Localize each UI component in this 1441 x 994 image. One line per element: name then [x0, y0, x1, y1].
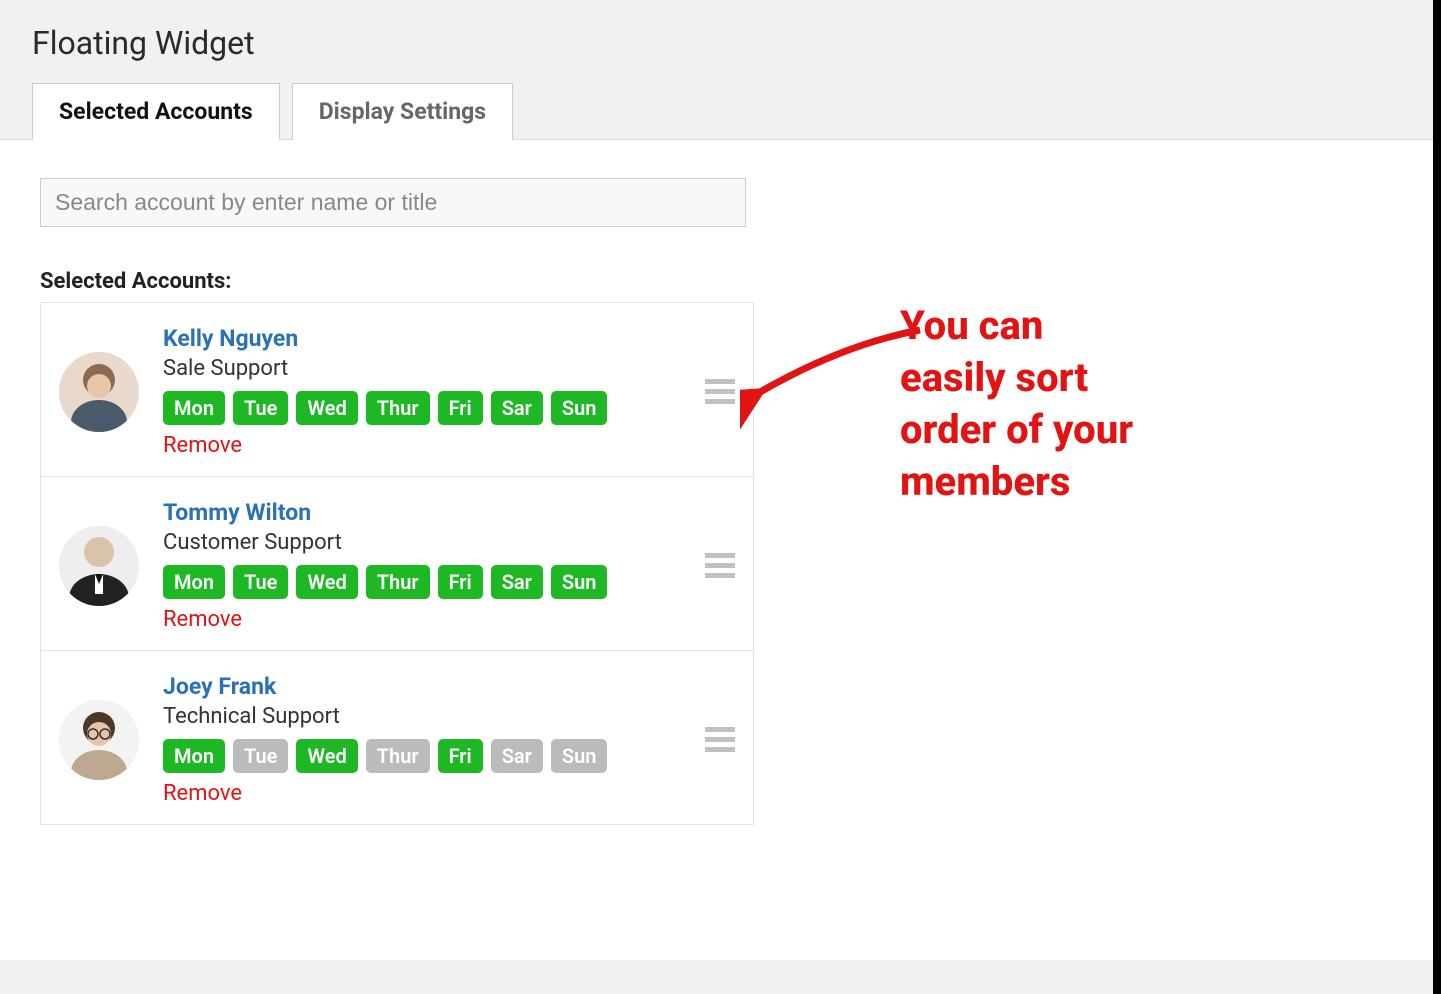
day-pills: Mon Tue Wed Thur Fri Sar Sun [163, 739, 697, 773]
annotation-callout: You can easily sort order of your member… [900, 300, 1133, 508]
avatar [59, 352, 139, 432]
account-row: Kelly Nguyen Sale Support Mon Tue Wed Th… [41, 303, 753, 477]
callout-line: easily sort [900, 352, 1133, 404]
remove-link[interactable]: Remove [163, 433, 697, 458]
day-pill-tue[interactable]: Tue [233, 739, 288, 773]
tab-display-settings[interactable]: Display Settings [292, 83, 513, 140]
account-name-link[interactable]: Joey Frank [163, 673, 697, 700]
account-role: Technical Support [163, 704, 697, 729]
day-pill-mon[interactable]: Mon [163, 565, 225, 599]
day-pill-sun[interactable]: Sun [551, 391, 608, 425]
day-pill-sun[interactable]: Sun [551, 739, 608, 773]
search-input[interactable] [40, 178, 746, 227]
drag-handle-icon[interactable] [705, 379, 735, 404]
day-pill-fri[interactable]: Fri [438, 565, 483, 599]
panel-selected-accounts: Selected Accounts: Kelly Nguyen Sale Sup… [0, 140, 1441, 960]
selected-accounts-label: Selected Accounts: [40, 269, 1401, 294]
tab-selected-accounts[interactable]: Selected Accounts [32, 83, 280, 140]
day-pill-sun[interactable]: Sun [551, 565, 608, 599]
account-row: Joey Frank Technical Support Mon Tue Wed… [41, 651, 753, 824]
day-pill-sar[interactable]: Sar [491, 739, 543, 773]
avatar [59, 700, 139, 780]
account-info: Joey Frank Technical Support Mon Tue Wed… [163, 673, 697, 806]
account-name-link[interactable]: Kelly Nguyen [163, 325, 697, 352]
remove-link[interactable]: Remove [163, 607, 697, 632]
day-pill-mon[interactable]: Mon [163, 739, 225, 773]
account-role: Customer Support [163, 530, 697, 555]
drag-handle-icon[interactable] [705, 727, 735, 752]
day-pill-thur[interactable]: Thur [366, 565, 430, 599]
day-pill-wed[interactable]: Wed [296, 565, 357, 599]
day-pill-thur[interactable]: Thur [366, 739, 430, 773]
day-pill-tue[interactable]: Tue [233, 565, 288, 599]
remove-link[interactable]: Remove [163, 781, 697, 806]
account-row: Tommy Wilton Customer Support Mon Tue We… [41, 477, 753, 651]
page-title: Floating Widget [0, 0, 1441, 82]
day-pill-wed[interactable]: Wed [296, 739, 357, 773]
day-pills: Mon Tue Wed Thur Fri Sar Sun [163, 565, 697, 599]
day-pill-fri[interactable]: Fri [438, 391, 483, 425]
callout-line: members [900, 456, 1133, 508]
day-pills: Mon Tue Wed Thur Fri Sar Sun [163, 391, 697, 425]
day-pill-sar[interactable]: Sar [491, 565, 543, 599]
day-pill-sar[interactable]: Sar [491, 391, 543, 425]
day-pill-wed[interactable]: Wed [296, 391, 357, 425]
avatar [59, 526, 139, 606]
day-pill-tue[interactable]: Tue [233, 391, 288, 425]
account-info: Kelly Nguyen Sale Support Mon Tue Wed Th… [163, 325, 697, 458]
tabs-row: Selected Accounts Display Settings [0, 82, 1441, 140]
callout-line: You can [900, 300, 1133, 352]
day-pill-mon[interactable]: Mon [163, 391, 225, 425]
drag-handle-icon[interactable] [705, 553, 735, 578]
day-pill-thur[interactable]: Thur [366, 391, 430, 425]
account-role: Sale Support [163, 356, 697, 381]
day-pill-fri[interactable]: Fri [438, 739, 483, 773]
accounts-list: Kelly Nguyen Sale Support Mon Tue Wed Th… [40, 302, 754, 825]
account-info: Tommy Wilton Customer Support Mon Tue We… [163, 499, 697, 632]
callout-line: order of your [900, 404, 1133, 456]
right-edge-decoration [1433, 0, 1441, 994]
account-name-link[interactable]: Tommy Wilton [163, 499, 697, 526]
